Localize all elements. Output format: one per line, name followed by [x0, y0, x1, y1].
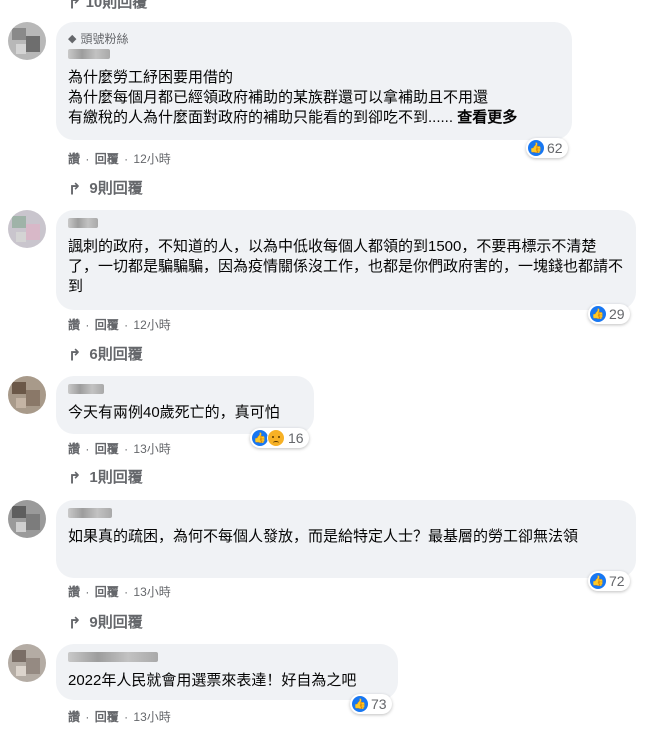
- avatar[interactable]: [8, 22, 46, 60]
- comment-bubble: 如果真的疏困，為何不每個人發放，而是給特定人士？最基層的勞工卻無法領: [56, 500, 636, 578]
- like-button[interactable]: 讚: [68, 710, 80, 724]
- reply-arrow-icon: ↳: [68, 178, 82, 196]
- reply-button[interactable]: 回覆: [95, 152, 119, 166]
- timestamp[interactable]: 13小時: [133, 585, 170, 599]
- reply-button[interactable]: 回覆: [95, 585, 119, 599]
- timestamp[interactable]: 13小時: [133, 710, 170, 724]
- avatar[interactable]: [8, 500, 46, 538]
- like-icon: 👍: [590, 306, 606, 322]
- like-button[interactable]: 讚: [68, 318, 80, 332]
- author-name[interactable]: [68, 218, 98, 228]
- like-icon: 👍: [352, 696, 368, 712]
- reply-button[interactable]: 回覆: [95, 442, 119, 456]
- reply-arrow-icon: ↳: [68, 0, 82, 10]
- avatar[interactable]: [8, 644, 46, 682]
- avatar[interactable]: [8, 376, 46, 414]
- author-name[interactable]: [68, 652, 158, 662]
- diamond-icon: ◆: [68, 33, 77, 45]
- reply-arrow-icon: ↳: [68, 612, 82, 630]
- avatar[interactable]: [8, 210, 46, 248]
- reaction-count[interactable]: 👍 73: [350, 694, 392, 714]
- like-icon: 👍: [252, 430, 268, 446]
- comment-actions: 讚 · 回覆 · 12小時: [68, 152, 171, 166]
- reply-arrow-icon: ↳: [68, 467, 82, 485]
- timestamp[interactable]: 12小時: [133, 318, 170, 332]
- reaction-count[interactable]: 👍 72: [588, 571, 630, 591]
- comment-bubble: 今天有兩例40歲死亡的，真可怕: [56, 376, 314, 434]
- sad-icon: [267, 429, 285, 447]
- see-more-link[interactable]: 查看更多: [457, 109, 517, 126]
- like-icon: 👍: [528, 140, 544, 156]
- comment-bubble: ◆ 頭號粉絲 為什麼勞工紓困要用借的 為什麼每個月都已經領政府補助的某族群還可以…: [56, 22, 572, 140]
- author-name[interactable]: [68, 508, 112, 518]
- comment-actions: 讚 · 回覆 · 13小時: [68, 442, 171, 456]
- comment-bubble: 2022年人民就會用選票來表達！好自為之吧: [56, 644, 398, 700]
- comment-text: 2022年人民就會用選票來表達！好自為之吧: [68, 672, 357, 689]
- author-name[interactable]: [68, 384, 104, 394]
- comment-text: 諷刺的政府，不知道的人，以為中低收每個人都領的到1500，不要再標示不清楚了，一…: [68, 238, 624, 295]
- like-icon: 👍: [590, 573, 606, 589]
- like-button[interactable]: 讚: [68, 585, 80, 599]
- like-button[interactable]: 讚: [68, 442, 80, 456]
- replies-link-top[interactable]: ↳ 10則回覆: [68, 0, 147, 12]
- comment-actions: 讚 · 回覆 · 13小時: [68, 710, 171, 724]
- top-fan-badge: ◆ 頭號粉絲: [68, 32, 129, 46]
- like-button[interactable]: 讚: [68, 152, 80, 166]
- comment-text: 如果真的疏困，為何不每個人發放，而是給特定人士？最基層的勞工卻無法領: [68, 528, 579, 545]
- view-replies-link[interactable]: ↳ 1則回覆: [68, 466, 143, 487]
- comment-bubble: 諷刺的政府，不知道的人，以為中低收每個人都領的到1500，不要再標示不清楚了，一…: [56, 210, 636, 310]
- reaction-count[interactable]: 👍 29: [588, 304, 630, 324]
- comment-text: 為什麼勞工紓困要用借的 為什麼每個月都已經領政府補助的某族群還可以拿補助且不用還…: [68, 69, 518, 126]
- view-replies-link[interactable]: ↳ 9則回覆: [68, 611, 143, 632]
- timestamp[interactable]: 13小時: [133, 442, 170, 456]
- reply-button[interactable]: 回覆: [95, 318, 119, 332]
- author-name[interactable]: [68, 49, 110, 59]
- comment-text: 今天有兩例40歲死亡的，真可怕: [68, 404, 280, 421]
- view-replies-link[interactable]: ↳ 9則回覆: [68, 177, 143, 198]
- reply-arrow-icon: ↳: [68, 344, 82, 362]
- timestamp[interactable]: 12小時: [133, 152, 170, 166]
- reaction-count[interactable]: 👍 62: [526, 138, 568, 158]
- reply-button[interactable]: 回覆: [95, 710, 119, 724]
- comment-actions: 讚 · 回覆 · 13小時: [68, 585, 171, 599]
- reaction-count[interactable]: 👍 16: [250, 428, 309, 448]
- comment-actions: 讚 · 回覆 · 12小時: [68, 318, 171, 332]
- view-replies-link[interactable]: ↳ 6則回覆: [68, 343, 143, 364]
